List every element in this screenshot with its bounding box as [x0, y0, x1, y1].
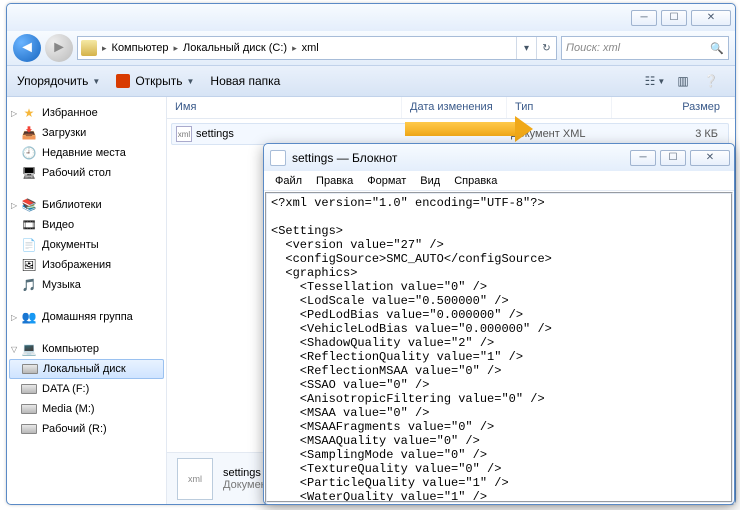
- notepad-icon: [270, 150, 286, 166]
- homegroup-icon: 👥: [21, 309, 37, 325]
- collapse-icon: ▷: [11, 201, 21, 210]
- nav-recent[interactable]: 🕘Недавние места: [7, 143, 166, 163]
- computer-header[interactable]: ▽💻Компьютер: [7, 339, 166, 359]
- recent-icon: 🕘: [21, 145, 37, 161]
- nav-documents[interactable]: 📄Документы: [7, 235, 166, 255]
- drive-icon: [21, 424, 37, 434]
- notepad-window: settings — Блокнот ─ ☐ ✕ Файл Правка Фор…: [263, 143, 735, 505]
- notepad-content[interactable]: <?xml version="1.0" encoding="UTF-8"?> <…: [267, 194, 731, 503]
- refresh-button[interactable]: ↻: [536, 37, 556, 59]
- file-size: 3 КБ: [616, 128, 728, 140]
- favorites-header[interactable]: ▷★Избранное: [7, 103, 166, 123]
- col-type[interactable]: Тип: [507, 97, 612, 118]
- chevron-down-icon: ▼: [92, 77, 100, 86]
- menu-help[interactable]: Справка: [449, 173, 502, 189]
- column-headers: Имя Дата изменения Тип Размер: [167, 97, 735, 119]
- chevron-right-icon: ▸: [290, 43, 299, 54]
- menu-file[interactable]: Файл: [270, 173, 307, 189]
- search-input[interactable]: Поиск: xml 🔍: [561, 36, 729, 60]
- nav-drive-r[interactable]: Рабочий (R:): [7, 419, 166, 439]
- nav-drive-c[interactable]: Локальный диск: [9, 359, 164, 379]
- maximize-button[interactable]: ☐: [661, 10, 687, 26]
- homegroup-header[interactable]: ▷👥Домашняя группа: [7, 307, 166, 327]
- xml-file-icon: xml: [176, 126, 192, 142]
- video-icon: 🎞: [21, 217, 37, 233]
- explorer-titlebar: ─ ☐ ✕: [7, 4, 735, 31]
- menu-format[interactable]: Формат: [362, 173, 411, 189]
- drive-icon: [22, 364, 38, 374]
- col-size[interactable]: Размер: [612, 97, 735, 118]
- close-button[interactable]: ✕: [691, 10, 731, 26]
- col-name[interactable]: Имя: [167, 97, 402, 118]
- menu-edit[interactable]: Правка: [311, 173, 358, 189]
- col-date[interactable]: Дата изменения: [402, 97, 507, 118]
- office-icon: [116, 74, 130, 88]
- minimize-button[interactable]: ─: [630, 150, 656, 166]
- nav-drive-m[interactable]: Media (M:): [7, 399, 166, 419]
- preview-button[interactable]: ▥: [669, 70, 697, 92]
- drive-icon: [21, 404, 37, 414]
- breadcrumb-dropdown[interactable]: ▾: [516, 37, 536, 59]
- notepad-textarea[interactable]: <?xml version="1.0" encoding="UTF-8"?> <…: [265, 192, 733, 503]
- back-button[interactable]: ◄: [13, 34, 41, 62]
- forward-button[interactable]: ►: [45, 34, 73, 62]
- nav-music[interactable]: 🎵Музыка: [7, 275, 166, 295]
- collapse-icon: ▷: [11, 109, 21, 118]
- star-icon: ★: [21, 105, 37, 121]
- nav-videos[interactable]: 🎞Видео: [7, 215, 166, 235]
- breadcrumb[interactable]: ▸ Компьютер ▸ Локальный диск (C:) ▸ xml …: [77, 36, 557, 60]
- minimize-button[interactable]: ─: [631, 10, 657, 26]
- breadcrumb-segment[interactable]: xml: [299, 37, 322, 59]
- nav-downloads[interactable]: 📥Загрузки: [7, 123, 166, 143]
- notepad-title: settings — Блокнот: [292, 151, 626, 165]
- nav-pictures[interactable]: 🖼Изображения: [7, 255, 166, 275]
- drive-icon: [81, 40, 97, 56]
- document-icon: 📄: [21, 237, 37, 253]
- open-button[interactable]: Открыть▼: [116, 74, 194, 88]
- toolbar: Упорядочить▼ Открыть▼ Новая папка ☷▼ ▥ ❔: [7, 65, 735, 97]
- libraries-header[interactable]: ▷📚Библиотеки: [7, 195, 166, 215]
- expand-icon: ▽: [11, 345, 21, 354]
- help-button[interactable]: ❔: [697, 70, 725, 92]
- downloads-icon: 📥: [21, 125, 37, 141]
- drive-icon: [21, 384, 37, 394]
- close-button[interactable]: ✕: [690, 150, 730, 166]
- menu-view[interactable]: Вид: [415, 173, 445, 189]
- maximize-button[interactable]: ☐: [660, 150, 686, 166]
- chevron-right-icon: ▸: [171, 43, 180, 54]
- organize-button[interactable]: Упорядочить▼: [17, 74, 100, 88]
- file-name: settings: [196, 128, 406, 140]
- breadcrumb-segment[interactable]: Локальный диск (C:): [180, 37, 290, 59]
- nav-drive-f[interactable]: DATA (F:): [7, 379, 166, 399]
- nav-bar: ◄ ► ▸ Компьютер ▸ Локальный диск (C:) ▸ …: [7, 31, 735, 65]
- computer-icon: 💻: [21, 341, 37, 357]
- libraries-icon: 📚: [21, 197, 37, 213]
- view-button[interactable]: ☷▼: [641, 70, 669, 92]
- music-icon: 🎵: [21, 277, 37, 293]
- pictures-icon: 🖼: [21, 257, 37, 273]
- nav-desktop[interactable]: 🖥Рабочий стол: [7, 163, 166, 183]
- desktop-icon: 🖥: [21, 165, 37, 181]
- collapse-icon: ▷: [11, 313, 21, 322]
- xml-file-icon: xml: [177, 458, 213, 500]
- navigation-pane: ▷★Избранное 📥Загрузки 🕘Недавние места 🖥Р…: [7, 97, 167, 504]
- search-icon: 🔍: [710, 42, 724, 55]
- chevron-down-icon: ▼: [186, 77, 194, 86]
- newfolder-button[interactable]: Новая папка: [210, 74, 280, 88]
- annotation-arrow: [405, 122, 515, 136]
- notepad-menubar: Файл Правка Формат Вид Справка: [264, 171, 734, 191]
- breadcrumb-segment[interactable]: Компьютер: [109, 37, 172, 59]
- chevron-right-icon: ▸: [100, 43, 109, 54]
- search-placeholder: Поиск: xml: [566, 42, 620, 54]
